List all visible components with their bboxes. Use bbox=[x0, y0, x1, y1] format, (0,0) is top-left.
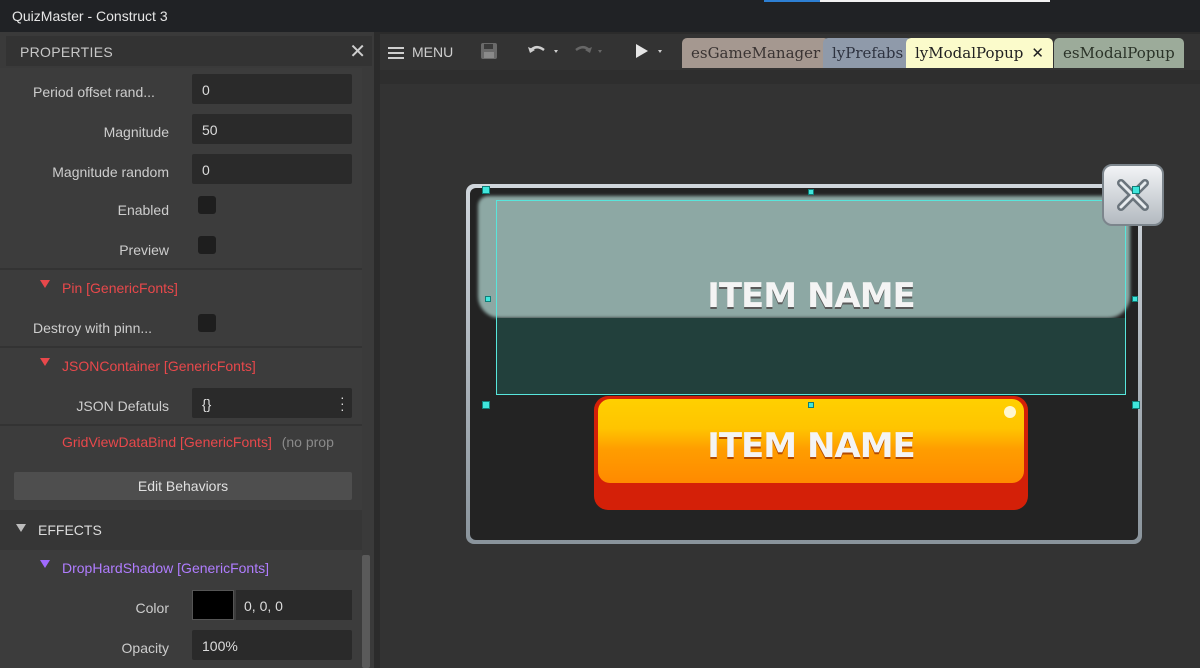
section-json-container-title: JSONContainer [GenericFonts] bbox=[62, 358, 256, 374]
prop-label: Opacity bbox=[121, 640, 169, 656]
resize-handle[interactable] bbox=[482, 186, 490, 194]
title-bar-accent bbox=[764, 0, 820, 2]
no-properties-note: (no prop bbox=[281, 434, 334, 450]
button-label: ITEM NAME bbox=[707, 426, 916, 466]
resize-handle[interactable] bbox=[485, 296, 491, 302]
undo-icon[interactable] bbox=[526, 42, 564, 65]
window-title: QuizMaster - Construct 3 bbox=[12, 8, 168, 24]
save-icon[interactable] bbox=[480, 42, 498, 65]
color-swatch[interactable] bbox=[192, 590, 234, 620]
button-shine bbox=[1004, 406, 1016, 418]
scrollbar-thumb[interactable] bbox=[362, 555, 370, 668]
redo-icon[interactable] bbox=[570, 42, 608, 65]
destroy-with-pinned-checkbox[interactable] bbox=[198, 314, 216, 332]
prop-row-magnitude-random: Magnitude random 0 bbox=[0, 152, 362, 192]
prop-row-magnitude: Magnitude 50 bbox=[0, 112, 362, 152]
prop-row-enabled: Enabled bbox=[0, 192, 362, 232]
properties-header: PROPERTIES ✕ bbox=[6, 36, 372, 66]
section-grid-view-data-bind[interactable]: GridViewDataBind [GenericFonts] (no prop bbox=[62, 434, 334, 450]
tab-esgamemanager[interactable]: esGameManager bbox=[682, 38, 830, 68]
section-drop-hard-shadow[interactable]: DropHardShadow [GenericFonts] bbox=[0, 550, 362, 586]
title-bar-highlight bbox=[820, 0, 1050, 2]
prop-label: JSON Defatuls bbox=[76, 398, 169, 414]
collapse-triangle-icon[interactable] bbox=[16, 524, 26, 532]
resize-handle[interactable] bbox=[808, 402, 814, 408]
resize-handle[interactable] bbox=[1132, 186, 1140, 194]
preview-checkbox[interactable] bbox=[198, 236, 216, 254]
period-offset-random-input[interactable]: 0 bbox=[192, 74, 352, 104]
prop-row-period-offset-random: Period offset rand... 0 bbox=[0, 72, 362, 112]
color-input[interactable]: 0, 0, 0 bbox=[236, 590, 352, 620]
prop-label: Preview bbox=[119, 242, 169, 258]
properties-list[interactable]: Period offset rand... 0 Magnitude 50 Mag… bbox=[0, 68, 362, 668]
properties-title: PROPERTIES bbox=[20, 44, 113, 60]
magnitude-input[interactable]: 50 bbox=[192, 114, 352, 144]
prop-row-opacity: Opacity 100% bbox=[0, 628, 362, 668]
section-drop-shadow-title: DropHardShadow [GenericFonts] bbox=[62, 560, 269, 576]
tab-lymodalpopup[interactable]: lyModalPopup ✕ bbox=[906, 38, 1053, 68]
title-bar: QuizMaster - Construct 3 bbox=[0, 0, 1200, 32]
prop-label: Magnitude random bbox=[52, 164, 169, 180]
divider bbox=[0, 424, 362, 426]
section-grid-view-title: GridViewDataBind [GenericFonts] bbox=[62, 434, 272, 450]
prop-row-preview: Preview bbox=[0, 232, 362, 272]
tab-esmodalpopup[interactable]: esModalPopup bbox=[1054, 38, 1184, 68]
edit-behaviors-button[interactable]: Edit Behaviors bbox=[14, 472, 352, 500]
properties-panel: PROPERTIES ✕ Period offset rand... 0 Mag… bbox=[0, 32, 374, 668]
expand-triangle-icon[interactable] bbox=[40, 280, 50, 288]
prop-label: Destroy with pinn... bbox=[33, 320, 153, 336]
layout-toolbar: MENU esGameManager lyPrefabs lyModalPopu… bbox=[380, 34, 1200, 70]
tab-close-icon[interactable]: ✕ bbox=[1031, 45, 1044, 62]
prop-label: Period offset rand... bbox=[33, 84, 155, 100]
json-defaults-input[interactable]: {} · · · bbox=[192, 388, 352, 418]
resize-handle[interactable] bbox=[1132, 401, 1140, 409]
resize-handle[interactable] bbox=[808, 189, 814, 195]
layout-ruler bbox=[380, 70, 1200, 84]
item-name-button[interactable]: ITEM NAME bbox=[594, 396, 1028, 510]
enabled-checkbox[interactable] bbox=[198, 196, 216, 214]
resize-handle[interactable] bbox=[482, 401, 490, 409]
expand-triangle-icon[interactable] bbox=[40, 560, 50, 568]
opacity-input[interactable]: 100% bbox=[192, 630, 352, 660]
menu-button[interactable]: MENU bbox=[388, 44, 453, 62]
play-icon[interactable] bbox=[634, 42, 672, 65]
tab-label: lyPrefabs bbox=[832, 44, 904, 62]
effects-header[interactable]: EFFECTS bbox=[0, 510, 362, 550]
tab-lyprefabs[interactable]: lyPrefabs bbox=[823, 38, 913, 68]
prop-row-color: Color 0, 0, 0 bbox=[0, 588, 362, 628]
magnitude-random-input[interactable]: 0 bbox=[192, 154, 352, 184]
tab-label: esGameManager bbox=[691, 44, 821, 62]
menu-label: MENU bbox=[412, 44, 454, 60]
prop-row-destroy-with-pinned: Destroy with pinn... bbox=[0, 310, 362, 350]
tab-label: esModalPopup bbox=[1063, 44, 1175, 62]
close-x-icon bbox=[1117, 179, 1149, 211]
hamburger-icon bbox=[388, 44, 404, 62]
more-options-icon[interactable]: · · · bbox=[340, 390, 345, 416]
selection-rectangle bbox=[496, 200, 1126, 395]
section-pin-title: Pin [GenericFonts] bbox=[62, 280, 178, 296]
prop-row-json-defaults: JSON Defatuls {} · · · bbox=[0, 386, 362, 426]
section-pin[interactable]: Pin [GenericFonts] bbox=[0, 270, 362, 306]
prop-label: Color bbox=[135, 600, 169, 616]
resize-handle[interactable] bbox=[1132, 296, 1138, 302]
modal-close-button[interactable] bbox=[1102, 164, 1164, 226]
prop-label: Enabled bbox=[117, 202, 169, 218]
json-defaults-value: {} bbox=[202, 396, 212, 412]
close-icon[interactable]: ✕ bbox=[349, 39, 366, 64]
section-json-container[interactable]: JSONContainer [GenericFonts] bbox=[0, 348, 362, 384]
effects-title: EFFECTS bbox=[38, 522, 102, 538]
expand-triangle-icon[interactable] bbox=[40, 358, 50, 366]
tab-label: lyModalPopup bbox=[915, 44, 1024, 62]
prop-label: Magnitude bbox=[103, 124, 169, 140]
